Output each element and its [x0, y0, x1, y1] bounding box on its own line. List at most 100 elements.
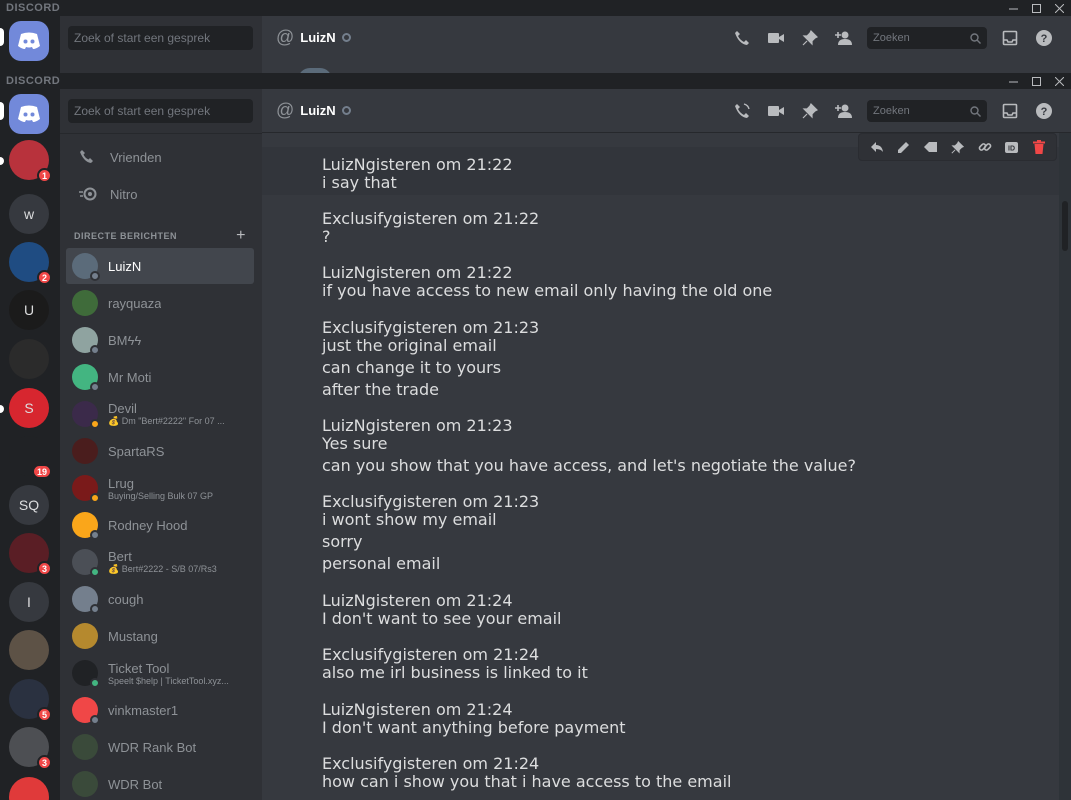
chat-panel: @ LuizN Zoeken ? — [262, 16, 1071, 74]
message-author[interactable]: Exclusifygisteren om 21:24 — [322, 645, 539, 664]
dm-name: WDR Rank Bot — [108, 739, 197, 755]
delete-icon[interactable] — [1025, 140, 1052, 154]
message-timestamp: gisteren om 21:23 — [392, 318, 540, 337]
dm-activity: Buying/Selling Bulk 07 GP — [108, 490, 214, 501]
dm-activity: 💰 Bert#2222 - S/B 07/Rs3 — [108, 564, 217, 574]
message-author[interactable]: LuizNgisteren om 21:23 — [322, 416, 513, 435]
minimize-button[interactable] — [1002, 73, 1025, 89]
server-icon[interactable]: 3 — [9, 727, 52, 770]
author-name[interactable]: LuizN — [322, 591, 366, 610]
svg-text:ID: ID — [1008, 145, 1015, 152]
maximize-button[interactable] — [1025, 73, 1048, 89]
dm-item[interactable]: Devil 💰 Dm "Bert#2222" For 07 ... — [66, 396, 254, 432]
server-icon[interactable]: 4 — [9, 777, 49, 800]
dm-item[interactable]: Rodney Hood — [66, 507, 254, 543]
dm-item[interactable]: Mustang — [66, 618, 254, 654]
server-icon[interactable]: 19 — [9, 436, 52, 479]
dm-item[interactable]: Bert 💰 Bert#2222 - S/B 07/Rs3 — [66, 544, 254, 580]
message-author[interactable]: Exclusifygisteren om 21:22 — [322, 209, 539, 228]
scrollbar-thumb[interactable] — [1062, 201, 1068, 251]
dm-search-input[interactable]: Zoek of start een gesprek — [68, 26, 253, 50]
dm-item[interactable]: WDR Rank Bot — [66, 729, 254, 765]
status-dot — [90, 567, 100, 577]
server-icon[interactable]: SQ — [9, 485, 49, 525]
pin-icon[interactable] — [793, 30, 827, 46]
inbox-icon[interactable] — [993, 103, 1027, 119]
server-icon[interactable]: 1 — [9, 140, 52, 183]
dm-item[interactable]: Lrug Buying/Selling Bulk 07 GP — [66, 470, 254, 506]
status-indicator — [341, 106, 351, 115]
maximize-button[interactable] — [1025, 0, 1048, 16]
minimize-button[interactable] — [1002, 0, 1025, 16]
guild-list: 1 w 2 U S 19 SQ 3 I 5 3 4 — [0, 89, 60, 800]
title-bar: DISCORD — [0, 73, 1071, 89]
react-icon[interactable] — [917, 141, 944, 153]
dm-item[interactable]: cough — [66, 581, 254, 617]
message-author[interactable]: Exclusifygisteren om 21:23 — [322, 318, 539, 337]
chat-header: @ LuizN Zoeken ? — [262, 16, 1071, 58]
server-icon[interactable]: 3 — [9, 533, 52, 576]
message-author[interactable]: LuizNgisteren om 21:24 — [322, 700, 513, 719]
close-button[interactable] — [1048, 0, 1071, 16]
add-friend-icon[interactable] — [827, 30, 861, 46]
server-icon[interactable]: S — [9, 388, 49, 428]
server-icon[interactable]: I — [9, 582, 49, 622]
dm-item[interactable]: WDR Bot — [66, 766, 254, 800]
home-button[interactable] — [9, 21, 49, 61]
author-name[interactable]: Exclusify — [322, 754, 392, 773]
message-author[interactable]: LuizNgisteren om 21:22 — [322, 263, 513, 282]
author-name[interactable]: Exclusify — [322, 209, 392, 228]
server-icon[interactable] — [9, 339, 49, 379]
avatar — [72, 734, 98, 760]
help-icon[interactable]: ? — [1027, 102, 1061, 120]
status-dot — [90, 678, 100, 688]
server-icon[interactable]: w — [9, 194, 49, 234]
edit-icon[interactable] — [890, 141, 917, 154]
call-icon[interactable] — [725, 102, 759, 120]
author-name[interactable]: Exclusify — [322, 492, 392, 511]
home-button[interactable] — [9, 94, 49, 134]
message-author[interactable]: Exclusifygisteren om 21:23 — [322, 492, 539, 511]
author-name[interactable]: LuizN — [322, 416, 366, 435]
video-icon[interactable] — [759, 31, 793, 45]
nav-nitro[interactable]: Nitro — [68, 177, 254, 211]
server-icon[interactable]: 2 — [9, 242, 52, 285]
call-icon[interactable] — [725, 29, 759, 47]
server-icon[interactable] — [9, 630, 49, 670]
server-label: S — [24, 400, 34, 416]
message-author[interactable]: LuizNgisteren om 21:22 — [322, 155, 513, 174]
copy-id-icon[interactable]: ID — [998, 141, 1025, 154]
dm-item[interactable]: Ticket Tool Speelt $help | TicketTool.xyz… — [66, 655, 254, 691]
chat-search-input[interactable]: Zoeken — [867, 100, 987, 122]
dm-item[interactable]: BMϟϟ — [66, 322, 254, 358]
message-author[interactable]: Exclusifygisteren om 21:24 — [322, 754, 539, 773]
server-icon[interactable]: 5 — [9, 679, 52, 722]
chat-search-input[interactable]: Zoeken — [867, 27, 987, 49]
link-icon[interactable] — [971, 140, 998, 154]
pin-icon[interactable] — [793, 103, 827, 119]
close-button[interactable] — [1048, 73, 1071, 89]
inbox-icon[interactable] — [993, 30, 1027, 46]
server-icon[interactable]: U — [9, 290, 49, 330]
pin-icon[interactable] — [944, 140, 971, 154]
author-name[interactable]: LuizN — [322, 700, 366, 719]
dm-item[interactable]: SpartaRS — [66, 433, 254, 469]
author-name[interactable]: LuizN — [322, 263, 366, 282]
create-dm-button[interactable]: + — [236, 227, 246, 245]
status-indicator — [341, 32, 351, 42]
status-dot — [90, 271, 100, 281]
author-name[interactable]: LuizN — [322, 155, 366, 174]
dm-search-input[interactable]: Zoek of start een gesprek — [68, 99, 253, 123]
dm-item[interactable]: LuizN — [66, 248, 254, 284]
help-icon[interactable]: ? — [1027, 29, 1061, 47]
dm-item[interactable]: Mr Moti — [66, 359, 254, 395]
dm-item[interactable]: rayquaza — [66, 285, 254, 321]
message-author[interactable]: LuizNgisteren om 21:24 — [322, 591, 513, 610]
add-friend-icon[interactable] — [827, 103, 861, 119]
author-name[interactable]: Exclusify — [322, 645, 392, 664]
reply-icon[interactable] — [863, 141, 890, 153]
author-name[interactable]: Exclusify — [322, 318, 392, 337]
dm-item[interactable]: vinkmaster1 — [66, 692, 254, 728]
video-icon[interactable] — [759, 104, 793, 118]
nav-friends[interactable]: Vrienden — [68, 140, 254, 174]
